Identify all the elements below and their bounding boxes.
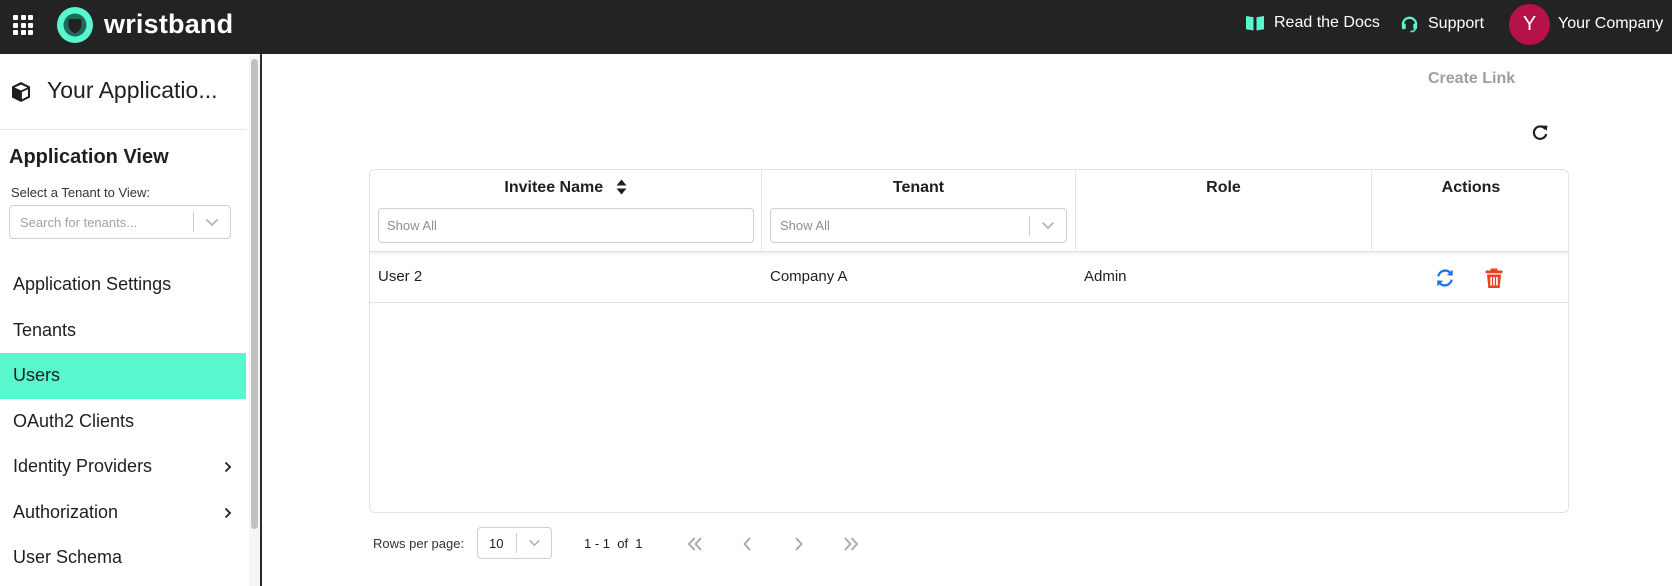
sidebar-item-label: Identity Providers bbox=[13, 456, 153, 477]
invitee-name-cell: User 2 bbox=[378, 268, 423, 285]
sidebar-item-label: Users bbox=[13, 365, 61, 386]
view-title: Application View bbox=[9, 146, 169, 168]
sort-icon[interactable] bbox=[616, 179, 627, 195]
sidebar-item-tenants[interactable]: Tenants bbox=[0, 308, 246, 354]
sidebar-scrollbar[interactable] bbox=[249, 56, 260, 586]
sidebar-item-label: User Schema bbox=[13, 547, 123, 568]
tenant-search-placeholder: Search for tenants... bbox=[20, 214, 138, 230]
company-name[interactable]: Your Company bbox=[1558, 15, 1663, 33]
column-header-label: Role bbox=[1206, 179, 1241, 196]
cube-icon bbox=[12, 82, 30, 102]
apps-grid-icon[interactable] bbox=[13, 15, 33, 35]
support-link[interactable]: Support bbox=[1400, 14, 1484, 33]
column-role: Role bbox=[1076, 170, 1372, 252]
invitee-name-filter-input[interactable]: Show All bbox=[378, 208, 754, 243]
chevron-down-icon[interactable] bbox=[194, 218, 230, 227]
table-header: Invitee Name Show All Tenant Show All Ro… bbox=[370, 170, 1568, 252]
sidebar-item-label: Tenants bbox=[13, 319, 77, 340]
support-label: Support bbox=[1428, 14, 1485, 32]
sidebar-item-label: OAuth2 Clients bbox=[13, 410, 135, 431]
user-avatar[interactable]: Y bbox=[1509, 4, 1550, 45]
resend-invite-icon[interactable] bbox=[1434, 267, 1456, 289]
sidebar-item-user-schema[interactable]: User Schema bbox=[0, 535, 246, 581]
pagination-bar: Rows per page: 10 1 - 1 of 1 bbox=[373, 527, 893, 561]
sidebar-item-label: Application Settings bbox=[13, 274, 172, 295]
rows-per-page-value: 10 bbox=[489, 535, 504, 551]
column-invitee-name: Invitee Name Show All bbox=[370, 170, 762, 252]
sidebar-item-label: Authorization bbox=[13, 501, 119, 522]
column-header-label: Tenant bbox=[892, 179, 945, 196]
top-bar: wristband Read the Docs Support Y Your C… bbox=[0, 0, 1672, 54]
column-header-label: Invitee Name bbox=[504, 179, 604, 196]
column-actions: Actions bbox=[1372, 170, 1568, 252]
sidebar-item-application-settings[interactable]: Application Settings bbox=[0, 262, 246, 308]
column-tenant: Tenant Show All bbox=[762, 170, 1076, 252]
rows-per-page-label: Rows per page: bbox=[373, 536, 465, 551]
rows-per-page-select[interactable]: 10 bbox=[477, 527, 552, 559]
tenant-search-select[interactable]: Search for tenants... bbox=[9, 205, 231, 239]
page-range-text: 1 - 1 of 1 bbox=[584, 536, 643, 551]
sidebar-nav: Application Settings Tenants Users OAuth… bbox=[0, 262, 246, 581]
table-row: User 2 Company A Admin bbox=[370, 252, 1568, 303]
next-page-icon[interactable] bbox=[789, 534, 809, 554]
sidebar: Your Applicatio... Application View Sele… bbox=[0, 54, 262, 586]
invites-table: Invitee Name Show All Tenant Show All Ro… bbox=[369, 169, 1569, 513]
filter-placeholder: Show All bbox=[780, 218, 830, 233]
previous-page-icon[interactable] bbox=[737, 534, 757, 554]
create-link-button[interactable]: Create Link bbox=[1428, 70, 1515, 88]
brand-name: wristband bbox=[104, 9, 234, 39]
sidebar-item-users[interactable]: Users bbox=[0, 353, 246, 399]
tenant-filter-select[interactable]: Show All bbox=[770, 208, 1067, 243]
role-cell: Admin bbox=[1084, 268, 1127, 285]
headset-icon bbox=[1401, 16, 1418, 33]
sidebar-item-oauth2-clients[interactable]: OAuth2 Clients bbox=[0, 399, 246, 445]
filter-placeholder: Show All bbox=[387, 218, 437, 233]
book-icon bbox=[1246, 16, 1264, 31]
wristband-logo-icon bbox=[57, 7, 93, 43]
tenant-select-label: Select a Tenant to View: bbox=[11, 185, 151, 200]
sidebar-item-identity-providers[interactable]: Identity Providers bbox=[0, 444, 246, 490]
chevron-right-icon bbox=[224, 461, 232, 473]
refresh-icon[interactable] bbox=[1530, 123, 1550, 143]
last-page-icon[interactable] bbox=[841, 534, 861, 554]
first-page-icon[interactable] bbox=[685, 534, 705, 554]
chevron-right-icon bbox=[224, 507, 232, 518]
application-header[interactable]: Your Applicatio... bbox=[0, 54, 246, 130]
chevron-down-icon[interactable] bbox=[517, 539, 551, 547]
tenant-cell: Company A bbox=[770, 268, 848, 285]
column-header-label: Actions bbox=[1441, 179, 1501, 196]
chevron-down-icon[interactable] bbox=[1030, 221, 1066, 230]
read-the-docs-label: Read the Docs bbox=[1274, 14, 1380, 31]
read-the-docs-link[interactable]: Read the Docs bbox=[1245, 14, 1380, 32]
scrollbar-thumb[interactable] bbox=[251, 59, 258, 529]
delete-icon[interactable] bbox=[1483, 267, 1505, 289]
sidebar-item-authorization[interactable]: Authorization bbox=[0, 490, 246, 536]
application-title: Your Applicatio... bbox=[47, 77, 218, 103]
